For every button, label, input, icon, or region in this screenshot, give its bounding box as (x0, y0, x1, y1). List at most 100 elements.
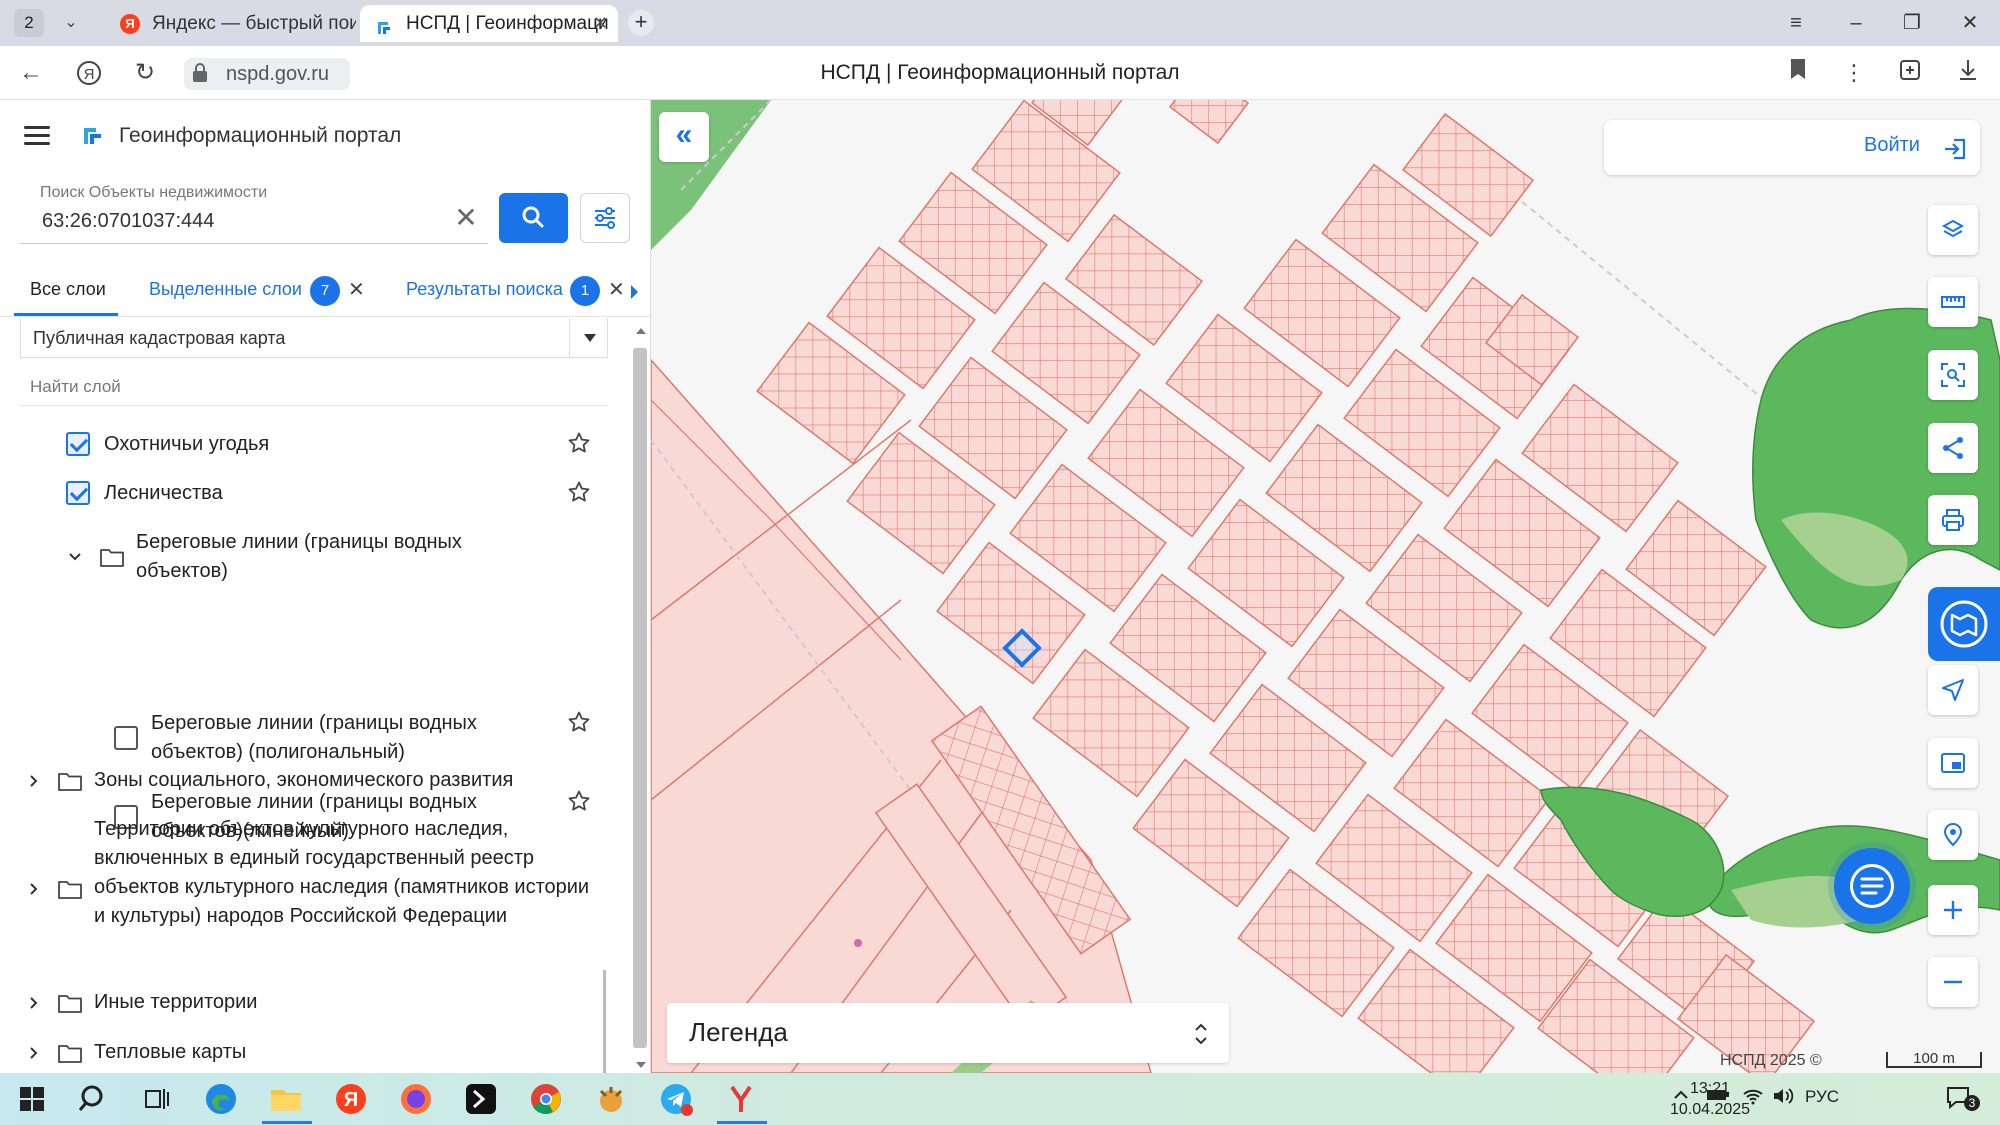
telegram-icon[interactable] (658, 1081, 694, 1117)
volume-icon[interactable] (1772, 1087, 1794, 1110)
restore-icon[interactable]: ❐ (1892, 8, 1932, 38)
layers-panel: Геоинформационный портал Поиск Объекты н… (0, 100, 651, 1125)
yandex-browser-icon[interactable]: Я (333, 1081, 369, 1117)
chevron-right-icon[interactable] (26, 773, 42, 789)
location-pin-icon (1943, 823, 1963, 847)
firefox-icon[interactable] (398, 1081, 434, 1117)
game-app-icon[interactable] (593, 1081, 629, 1117)
zoom-in-button[interactable] (1928, 885, 1978, 935)
base-map-select[interactable]: Публичная кадастровая карта (20, 318, 608, 358)
new-tab-button[interactable]: + (628, 10, 654, 36)
layers-tool-button[interactable] (1928, 205, 1978, 255)
ruler-tool-button[interactable] (1928, 277, 1978, 327)
share-icon (1943, 437, 1963, 459)
panel-scrollbar[interactable] (631, 322, 649, 1070)
chevron-right-icon[interactable] (26, 1045, 42, 1061)
more-options-icon[interactable]: ⋮ (1838, 58, 1870, 88)
chevron-down-icon[interactable] (67, 549, 83, 565)
windows-start-icon[interactable] (14, 1081, 50, 1117)
yandex-app-icon[interactable] (723, 1081, 759, 1117)
star-icon[interactable] (567, 789, 591, 813)
extensions-icon[interactable] (1894, 58, 1926, 88)
folder-icon (58, 995, 82, 1013)
hamburger-menu-icon[interactable] (24, 126, 50, 146)
search-filter-button[interactable] (580, 193, 630, 243)
share-tool-button[interactable] (1928, 423, 1978, 473)
map-canvas[interactable] (651, 100, 2000, 1073)
find-layer-input[interactable]: Найти слой (20, 370, 608, 406)
star-icon[interactable] (567, 480, 591, 504)
zoom-out-button[interactable] (1928, 957, 1978, 1007)
search-icon[interactable] (76, 1081, 112, 1117)
print-tool-button[interactable] (1928, 495, 1978, 545)
tab-selected-layers[interactable]: Выделенные слои (149, 279, 302, 300)
collapse-panel-button[interactable]: « (659, 112, 709, 162)
clock-time: 13:21 (1689, 1080, 1731, 1097)
map-scale: 100 m (1886, 1051, 1982, 1068)
find-layer-placeholder: Найти слой (30, 377, 121, 396)
download-icon[interactable] (1952, 58, 1984, 88)
active-app-indicator (262, 1121, 312, 1124)
file-explorer-icon[interactable] (268, 1081, 304, 1117)
portal-logo-icon (80, 122, 106, 148)
tab-count-button[interactable]: 2 (14, 9, 44, 37)
terminal-app-icon[interactable] (463, 1081, 499, 1117)
system-clock[interactable]: 13:21 10.04.2025 (1670, 1078, 1750, 1120)
search-field[interactable]: Поиск Объекты недвижимости ✕ (20, 184, 488, 244)
bookmark-icon[interactable] (1782, 58, 1814, 88)
layers-icon (1941, 219, 1965, 238)
tab-search-results[interactable]: Результаты поиска (406, 279, 563, 300)
chat-button[interactable] (1834, 848, 1910, 924)
legend-panel[interactable]: Легенда (667, 1003, 1229, 1063)
scroll-thumb[interactable] (633, 348, 647, 1048)
select-divider (569, 318, 570, 358)
layer-group-label[interactable]: Иные территории (94, 988, 257, 1017)
input-language[interactable]: РУС (1805, 1087, 1839, 1107)
map-info-tool-button[interactable] (1928, 587, 2000, 661)
ruler-icon (1941, 296, 1965, 308)
minus-icon (1944, 980, 1962, 984)
scroll-up-icon[interactable] (636, 328, 646, 334)
login-link[interactable]: Войти (1864, 134, 1920, 157)
login-icon[interactable] (1942, 136, 1968, 162)
layer-checkbox-shoreline-polygon[interactable] (114, 726, 138, 750)
star-icon[interactable] (567, 710, 591, 734)
layer-group-label[interactable]: Территории объектов культурного наследия… (94, 815, 599, 931)
close-tab-icon[interactable]: ✕ (593, 5, 608, 42)
base-map-value: Публичная кадастровая карта (33, 328, 286, 348)
clear-search-icon[interactable]: ✕ (452, 204, 480, 232)
locate-tool-button[interactable] (1928, 810, 1978, 860)
scroll-down-icon[interactable] (636, 1062, 646, 1068)
star-icon[interactable] (567, 431, 591, 455)
chevron-right-icon[interactable] (26, 881, 42, 897)
browser-tab-yandex[interactable]: Я Яндекс — быстрый поиск (106, 5, 356, 42)
expand-collapse-icon[interactable] (1193, 1021, 1209, 1047)
chrome-icon[interactable] (528, 1081, 564, 1117)
clear-selected-icon[interactable]: ✕ (348, 277, 365, 302)
search-input[interactable] (42, 210, 442, 233)
minimap-tool-button[interactable] (1928, 738, 1978, 788)
layer-group-label[interactable]: Береговые линии (границы водных объектов… (136, 528, 536, 586)
login-box[interactable]: Войти (1604, 120, 1980, 175)
browser-tab-nspd[interactable]: НСПД | Геоинформаци ✕ (360, 5, 618, 42)
chat-icon (1850, 864, 1894, 908)
edge-browser-icon[interactable] (203, 1081, 239, 1117)
folder-icon (58, 1045, 82, 1063)
minimize-icon[interactable]: ‒ (1836, 8, 1876, 38)
chevron-right-icon[interactable] (26, 995, 42, 1011)
clear-results-icon[interactable]: ✕ (608, 277, 625, 302)
close-window-icon[interactable]: ✕ (1950, 8, 1990, 38)
task-view-icon[interactable] (138, 1081, 174, 1117)
search-button[interactable] (499, 193, 568, 243)
area-select-tool-button[interactable] (1928, 350, 1978, 400)
layer-checkbox-forestry[interactable] (66, 481, 90, 505)
layer-group-label[interactable]: Зоны социального, экономического развити… (94, 766, 513, 795)
tab-list-dropdown-icon[interactable]: ⌄ (58, 10, 84, 36)
tabs-scroll-right-icon[interactable] (631, 285, 638, 299)
layer-group-label[interactable]: Тепловые карты (94, 1038, 246, 1067)
tab-all-layers[interactable]: Все слои (30, 279, 106, 300)
search-results-badge: 1 (570, 276, 600, 306)
layer-checkbox-hunting[interactable] (66, 432, 90, 456)
browser-menu-icon[interactable]: ≡ (1776, 8, 1816, 38)
navigate-tool-button[interactable] (1928, 665, 1978, 715)
